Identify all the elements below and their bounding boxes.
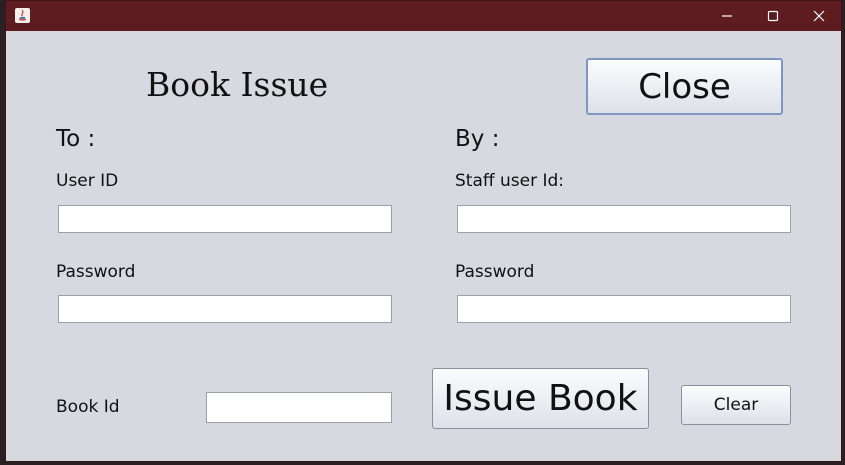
book-issue-window: Book Issue Close To : By : User ID Staff… xyxy=(5,0,842,462)
page-title: Book Issue xyxy=(146,65,329,104)
maximize-icon xyxy=(767,10,779,22)
by-section-label: By : xyxy=(455,126,500,152)
clear-button[interactable]: Clear xyxy=(681,385,791,425)
title-bar[interactable] xyxy=(6,1,841,31)
java-app-icon xyxy=(15,8,30,23)
minimize-button[interactable] xyxy=(704,1,750,31)
user-password-input[interactable] xyxy=(58,295,392,323)
close-icon xyxy=(813,10,825,22)
book-id-label: Book Id xyxy=(56,397,120,417)
minimize-icon xyxy=(722,15,732,17)
user-password-label: Password xyxy=(56,262,136,282)
user-id-input[interactable] xyxy=(58,205,392,233)
to-section-label: To : xyxy=(56,126,96,152)
staff-password-label: Password xyxy=(455,262,535,282)
user-id-label: User ID xyxy=(56,171,119,191)
book-id-input[interactable] xyxy=(206,392,392,423)
staff-user-id-label: Staff user Id: xyxy=(455,171,565,191)
maximize-button[interactable] xyxy=(750,1,796,31)
close-window-button[interactable] xyxy=(796,1,842,31)
issue-book-button[interactable]: Issue Book xyxy=(432,368,649,429)
staff-user-id-input[interactable] xyxy=(457,205,791,233)
staff-password-input[interactable] xyxy=(457,295,791,323)
close-button[interactable]: Close xyxy=(586,58,783,115)
